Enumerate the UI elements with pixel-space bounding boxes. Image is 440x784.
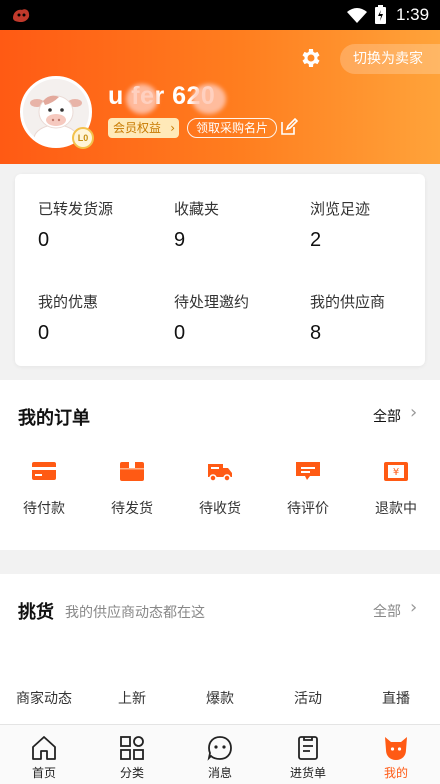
stat-suppliers[interactable]: 我的供应商 8	[310, 291, 440, 345]
grid-icon	[120, 736, 144, 760]
privacy-blur	[192, 84, 226, 114]
svg-text:¥: ¥	[393, 467, 399, 478]
home-icon	[32, 736, 56, 760]
order-pending-receipt[interactable]: 待收货	[187, 460, 253, 518]
status-bar: 1:39	[0, 0, 440, 30]
tab-hot-items[interactable]: 爆款	[180, 688, 260, 708]
chevron-right-icon: ›	[170, 121, 176, 135]
box-icon	[120, 462, 144, 481]
profile-icon	[385, 737, 407, 760]
nav-cart[interactable]: 进货单	[264, 725, 352, 784]
stat-history[interactable]: 浏览足迹 2	[310, 198, 440, 252]
section-subtitle: 我的供应商动态都在这	[65, 605, 205, 621]
list-icon	[298, 736, 318, 760]
stat-label: 收藏夹	[174, 200, 220, 218]
tab-merchant-feed[interactable]: 商家动态	[4, 688, 84, 708]
stat-label: 浏览足迹	[310, 200, 371, 218]
purchase-card-button[interactable]: 领取采购名片	[187, 118, 278, 138]
order-label: 待收货	[199, 501, 241, 517]
order-pending-shipment[interactable]: 待发货	[99, 460, 165, 518]
nav-label: 消息	[207, 766, 232, 780]
wifi-icon	[347, 8, 367, 23]
truck-icon	[208, 464, 232, 482]
nav-messages[interactable]: 消息	[176, 725, 264, 784]
member-benefits-label: 会员权益	[113, 121, 162, 135]
battery-icon	[375, 5, 386, 24]
card-icon	[32, 462, 56, 480]
chevron-right-icon[interactable]: ›	[410, 402, 417, 423]
nav-label: 我的	[383, 766, 408, 780]
stat-value: 0	[174, 322, 186, 344]
order-label: 退款中	[375, 501, 417, 517]
stat-value: 8	[310, 322, 322, 344]
gear-icon[interactable]	[298, 46, 322, 70]
tab-new-arrivals[interactable]: 上新	[92, 688, 172, 708]
stat-favorites[interactable]: 收藏夹 9	[174, 198, 304, 252]
nav-label: 进货单	[289, 766, 326, 780]
privacy-blur	[126, 84, 158, 114]
order-label: 待付款	[23, 501, 65, 517]
level-badge: L0	[72, 127, 94, 149]
edit-icon[interactable]	[280, 118, 298, 136]
comment-icon	[296, 462, 320, 480]
section-title: 挑货	[18, 602, 54, 623]
stats-card: 已转发货源 0 收藏夹 9 浏览足迹 2 我的优惠 0 待处理邀约 0 我的供应…	[15, 174, 425, 366]
stat-value: 0	[38, 229, 50, 251]
order-refunding[interactable]: ¥ 退款中	[363, 460, 429, 518]
order-label: 待发货	[111, 501, 153, 517]
my-orders-section: 我的订单 全部 › 待付款 待发货 待收货 待评价 ¥ 退款中	[0, 380, 440, 550]
stat-label: 待处理邀约	[174, 293, 250, 311]
refund-icon: ¥	[384, 462, 408, 481]
stat-label: 我的优惠	[38, 293, 99, 311]
avatar[interactable]: L0	[20, 76, 94, 149]
tab-promotions[interactable]: 活动	[268, 688, 348, 708]
nav-label: 分类	[119, 766, 144, 780]
stat-value: 2	[310, 229, 322, 251]
stat-label: 已转发货源	[38, 200, 114, 218]
stat-value: 9	[174, 229, 186, 251]
order-label: 待评价	[287, 501, 329, 517]
all-feed-link[interactable]: 全部	[373, 601, 401, 621]
order-pending-review[interactable]: 待评价	[275, 460, 341, 518]
clock: 1:39	[396, 5, 430, 24]
section-title: 我的订单	[18, 408, 90, 429]
bottom-nav: 首页 分类 消息 进货单 我的	[0, 724, 440, 784]
nav-label: 首页	[31, 766, 56, 780]
switch-to-seller-button[interactable]: 切换为卖家	[340, 44, 440, 74]
stat-invitations[interactable]: 待处理邀约 0	[174, 291, 304, 345]
pick-goods-section: 挑货 我的供应商动态都在这 全部 › 商家动态 上新 爆款 活动 直播	[0, 574, 440, 724]
all-orders-link[interactable]: 全部	[373, 406, 401, 426]
chevron-right-icon[interactable]: ›	[410, 597, 417, 618]
stat-forwarded[interactable]: 已转发货源 0	[38, 198, 168, 252]
nav-home[interactable]: 首页	[0, 725, 88, 784]
stat-coupons[interactable]: 我的优惠 0	[38, 291, 168, 345]
member-benefits-tag[interactable]: 会员权益 ›	[108, 118, 180, 138]
nav-category[interactable]: 分类	[88, 725, 176, 784]
stat-value: 0	[38, 322, 50, 344]
app-notification-icon	[13, 9, 30, 22]
message-icon	[207, 736, 232, 761]
order-pending-payment[interactable]: 待付款	[11, 460, 77, 518]
nav-profile[interactable]: 我的	[352, 725, 440, 784]
tab-live[interactable]: 直播	[356, 688, 436, 708]
stat-label: 我的供应商	[310, 293, 386, 311]
